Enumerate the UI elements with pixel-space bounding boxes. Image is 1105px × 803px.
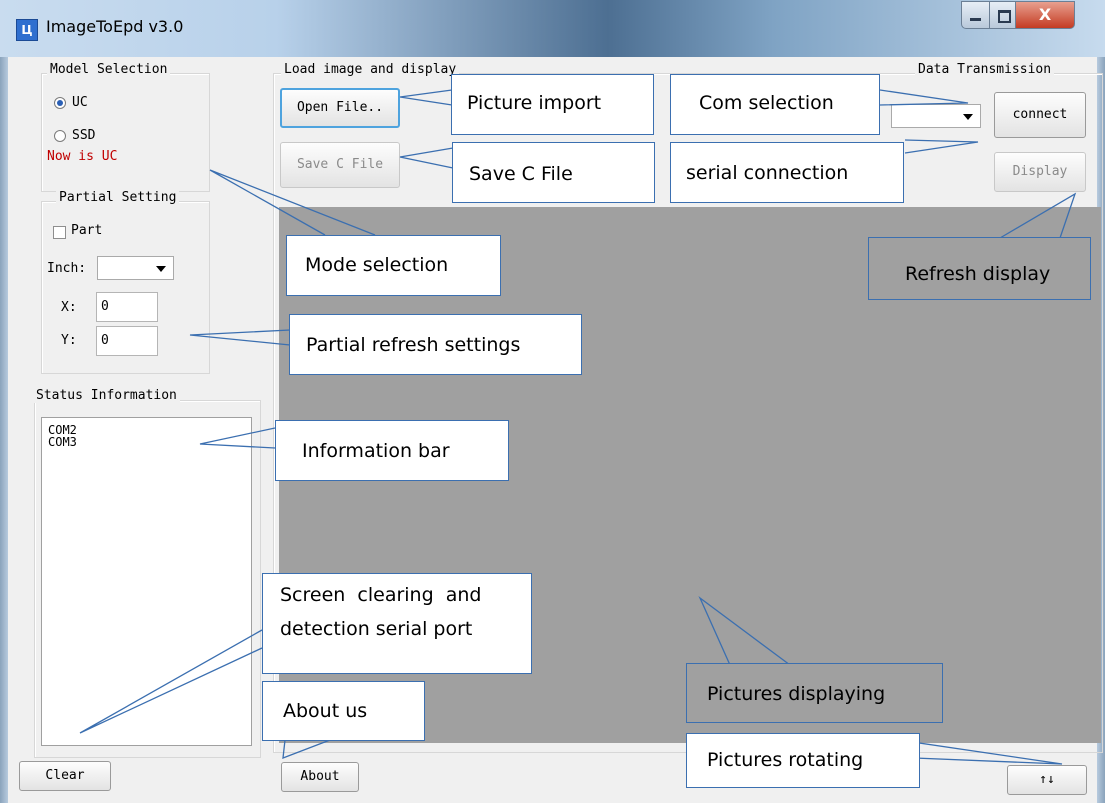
pointer-information-bar [199,427,276,449]
callout-serial-connection: serial connection [670,142,904,203]
callout-refresh-display: Refresh display [868,237,1091,300]
callout-partial-refresh: Partial refresh settings [289,314,582,375]
pointer-serial-connection [904,139,979,154]
callout-screen-clearing-line2: detection serial port [280,618,473,640]
callout-pictures-displaying: Pictures displaying [686,663,943,723]
callout-picture-import: Picture import [451,74,654,135]
pointer-screen-clearing [79,629,263,734]
app-window: Ц ImageToEpd v3.0 X Model Selection UC S… [0,0,1105,803]
pointer-com-selection [879,89,969,106]
callout-save-c-file: Save C File [452,142,655,203]
callout-about-us: About us [262,681,425,741]
pointer-refresh-display [999,192,1077,239]
callout-screen-clearing-line1: Screen clearing and [280,584,482,606]
pointer-pictures-displaying [698,595,791,666]
callout-com-selection: Com selection [670,74,880,135]
pointer-picture-import [399,89,453,106]
pointer-partial-refresh [189,329,291,346]
pointer-about-us [282,739,331,759]
callout-pictures-rotating: Pictures rotating [686,733,920,788]
callout-mode-selection: Mode selection [286,235,501,296]
pointer-mode-selection [209,169,376,236]
callout-information-bar: Information bar [275,420,509,481]
pointer-save-c-file [399,147,454,169]
callout-screen-clearing: Screen clearing and detection serial por… [262,573,532,674]
